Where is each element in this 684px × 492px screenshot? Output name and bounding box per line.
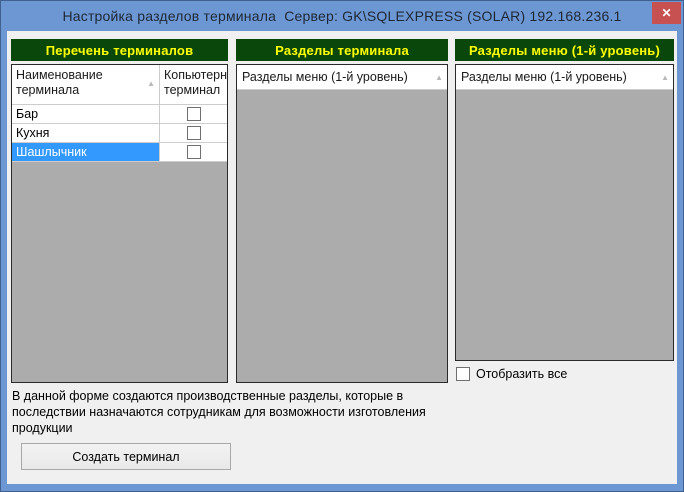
create-terminal-button[interactable]: Создать терминал — [21, 443, 231, 470]
menu-sections-panel-header: Разделы меню (1-й уровень) — [455, 39, 674, 61]
computer-terminal-cell — [160, 124, 227, 142]
terminal-name-cell[interactable]: Бар — [12, 105, 160, 123]
terminal-sections-list: Разделы меню (1-й уровень) ▲ — [236, 64, 448, 383]
client-area: Перечень терминалов Наименование термина… — [7, 31, 677, 484]
table-row[interactable]: Шашлычник — [12, 143, 227, 162]
terminal-sections-column-label: Разделы меню (1-й уровень) — [242, 70, 408, 84]
computer-terminal-cell — [160, 143, 227, 161]
terminal-sections-column-header[interactable]: Разделы меню (1-й уровень) ▲ — [237, 65, 447, 90]
table-row[interactable]: Бар — [12, 105, 227, 124]
show-all-checkbox[interactable] — [456, 367, 470, 381]
app-window: Настройка разделов терминала Сервер: GK\… — [0, 0, 684, 492]
sort-ascending-icon: ▲ — [435, 74, 443, 82]
window-title: Настройка разделов терминала Сервер: GK\… — [62, 8, 621, 24]
menu-sections-column-label: Разделы меню (1-й уровень) — [461, 70, 627, 84]
terminals-grid: Наименование терминала ▲ Копьютернь терм… — [11, 64, 228, 383]
terminals-rows: БарКухняШашлычник — [12, 105, 227, 162]
computer-terminal-cell — [160, 105, 227, 123]
sort-ascending-icon: ▲ — [147, 80, 155, 88]
terminal-name-cell[interactable]: Шашлычник — [12, 143, 160, 161]
computer-terminal-checkbox[interactable] — [187, 145, 201, 159]
computer-terminal-checkbox[interactable] — [187, 126, 201, 140]
computer-terminal-checkbox[interactable] — [187, 107, 201, 121]
column-header-computer-terminal-label: Копьютернь терминал — [164, 68, 227, 97]
info-text: В данной форме создаются производственны… — [12, 388, 464, 436]
titlebar[interactable]: Настройка разделов терминала Сервер: GK\… — [1, 1, 683, 31]
show-all-row: Отобразить все — [456, 367, 567, 381]
sort-ascending-icon: ▲ — [661, 74, 669, 82]
column-header-computer-terminal[interactable]: Копьютернь терминал — [160, 65, 227, 104]
close-icon: ✕ — [661, 6, 671, 20]
table-row[interactable]: Кухня — [12, 124, 227, 143]
column-header-terminal-name-label: Наименование терминала — [16, 68, 103, 97]
show-all-label: Отобразить все — [476, 367, 567, 381]
terminals-panel-header: Перечень терминалов — [11, 39, 228, 61]
column-header-terminal-name[interactable]: Наименование терминала ▲ — [12, 65, 160, 104]
terminal-sections-panel-header: Разделы терминала — [236, 39, 448, 61]
menu-sections-column-header[interactable]: Разделы меню (1-й уровень) ▲ — [456, 65, 673, 90]
close-button[interactable]: ✕ — [652, 2, 681, 24]
menu-sections-list: Разделы меню (1-й уровень) ▲ — [455, 64, 674, 361]
terminals-grid-header: Наименование терминала ▲ Копьютернь терм… — [12, 65, 227, 105]
terminal-name-cell[interactable]: Кухня — [12, 124, 160, 142]
